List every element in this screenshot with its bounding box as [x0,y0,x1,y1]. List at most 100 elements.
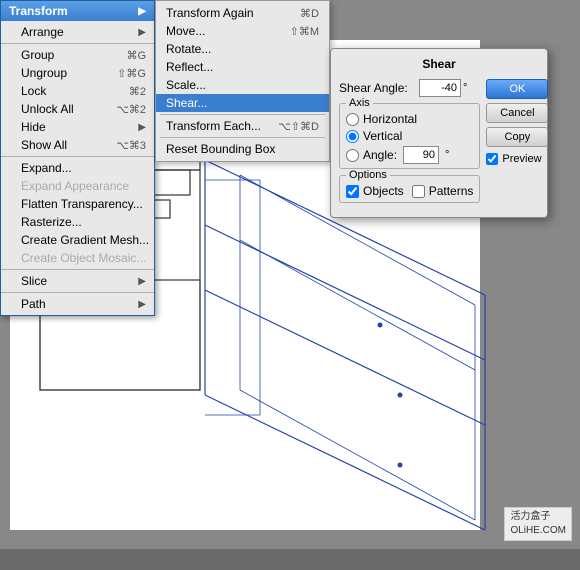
axis-vertical-radio[interactable] [346,130,359,143]
patterns-row: Patterns [412,184,474,198]
submenu-item-reflect[interactable]: Reflect... [156,58,329,76]
axis-angle-unit: ° [445,149,449,161]
menu-divider-4 [1,292,154,293]
axis-angle-input[interactable] [403,146,439,164]
menu-item-hide[interactable]: Hide ▶ [1,118,154,136]
hide-submenu-arrow: ▶ [138,122,146,133]
menu-item-group-label: Group [21,48,54,62]
transform-menu-header[interactable]: Transform ▶ [1,1,154,21]
axis-angle-radio[interactable] [346,149,359,162]
shear-angle-unit: ° [463,82,467,94]
copy-button[interactable]: Copy [486,127,548,147]
transform-arrow-icon: ▶ [138,6,146,17]
submenu-item-reset-bounding[interactable]: Reset Bounding Box [156,140,329,158]
submenu-item-move[interactable]: Move... ⇧⌘M [156,22,329,40]
menu-item-expand[interactable]: Expand... [1,159,154,177]
submenu-transform-each-shortcut: ⌥⇧⌘D [278,120,319,133]
menu-item-arrange[interactable]: Arrange ▶ [1,23,154,41]
preview-checkbox[interactable] [486,153,498,165]
axis-vertical-label: Vertical [363,129,402,143]
menu-divider-3 [1,269,154,270]
submenu-transform-again-shortcut: ⌘D [300,7,319,20]
transform-menu-title: Transform [9,4,68,18]
menu-item-unlock-all-label: Unlock All [21,102,74,116]
submenu-divider-2 [160,137,325,138]
menu-item-lock-shortcut: ⌘2 [129,85,146,98]
menu-item-show-all-label: Show All [21,138,67,152]
menu-item-lock[interactable]: Lock ⌘2 [1,82,154,100]
axis-horizontal-label: Horizontal [363,112,417,126]
menu-item-rasterize[interactable]: Rasterize... [1,213,154,231]
submenu-item-transform-each[interactable]: Transform Each... ⌥⇧⌘D [156,117,329,135]
axis-legend: Axis [346,97,373,109]
menu-item-hide-label: Hide [21,120,46,134]
cancel-button[interactable]: Cancel [486,103,548,123]
objects-checkbox[interactable] [346,185,359,198]
menu-item-rasterize-label: Rasterize... [21,215,82,229]
menu-item-unlock-all[interactable]: Unlock All ⌥⌘2 [1,100,154,118]
menu-item-show-all-shortcut: ⌥⌘3 [116,139,146,152]
menu-item-expand-appearance-label: Expand Appearance [21,179,129,193]
menu-item-arrange-label: Arrange [21,25,64,39]
submenu-transform-each-label: Transform Each... [166,119,261,133]
submenu-divider-1 [160,114,325,115]
submenu-item-shear[interactable]: Shear... [156,94,329,112]
submenu-rotate-label: Rotate... [166,42,211,56]
preview-row: Preview [486,153,548,165]
menu-item-gradient-mesh[interactable]: Create Gradient Mesh... [1,231,154,249]
menu-item-lock-label: Lock [21,84,46,98]
objects-row: Objects [346,184,404,198]
transform-menu[interactable]: Transform ▶ Arrange ▶ Group ⌘G Ungroup ⇧… [0,0,155,316]
axis-angle-label: Angle: [363,148,397,162]
canvas-background: Transform ▶ Arrange ▶ Group ⌘G Ungroup ⇧… [0,0,580,549]
menu-item-path[interactable]: Path ▶ [1,295,154,313]
menu-item-path-label: Path [21,297,46,311]
shear-dialog: Shear Shear Angle: ° Axis Horizontal [330,48,548,218]
menu-item-object-mosaic[interactable]: Create Object Mosaic... [1,249,154,267]
menu-item-gradient-mesh-label: Create Gradient Mesh... [21,233,149,247]
watermark: 活力盒子 OLiHE.COM [504,507,572,541]
menu-item-expand-appearance[interactable]: Expand Appearance [1,177,154,195]
axis-horizontal-row: Horizontal [346,112,473,126]
menu-item-object-mosaic-label: Create Object Mosaic... [21,251,146,265]
transform-menu-items: Arrange ▶ Group ⌘G Ungroup ⇧⌘G Lock ⌘2 U… [1,21,154,315]
dialog-buttons: OK Cancel Copy Preview [486,79,548,209]
axis-angle-row: Angle: ° [346,146,473,164]
transform-submenu: Transform Again ⌘D Move... ⇧⌘M Rotate...… [155,0,330,162]
shear-angle-input[interactable] [419,79,461,97]
menu-divider-1 [1,43,154,44]
options-legend: Options [346,169,390,181]
menu-item-ungroup[interactable]: Ungroup ⇧⌘G [1,64,154,82]
menu-item-group[interactable]: Group ⌘G [1,46,154,64]
watermark-line1: 活力盒子 [510,510,566,524]
submenu-transform-again-label: Transform Again [166,6,254,20]
options-section: Options Objects Patterns [339,175,480,203]
shear-angle-row: Shear Angle: ° [339,79,480,97]
submenu-item-rotate[interactable]: Rotate... [156,40,329,58]
menu-item-flatten[interactable]: Flatten Transparency... [1,195,154,213]
menu-item-slice[interactable]: Slice ▶ [1,272,154,290]
patterns-checkbox[interactable] [412,185,425,198]
submenu-move-shortcut: ⇧⌘M [290,25,319,38]
shear-dialog-title: Shear [339,57,539,71]
menu-item-ungroup-shortcut: ⇧⌘G [117,67,146,80]
submenu-shear-label: Shear... [166,96,207,110]
axis-vertical-row: Vertical [346,129,473,143]
menu-item-show-all[interactable]: Show All ⌥⌘3 [1,136,154,154]
shear-angle-label: Shear Angle: [339,81,419,95]
submenu-move-label: Move... [166,24,205,38]
submenu-reflect-label: Reflect... [166,60,213,74]
menu-item-slice-label: Slice [21,274,47,288]
objects-label: Objects [363,184,404,198]
submenu-reset-bounding-label: Reset Bounding Box [166,142,275,156]
submenu-item-transform-again[interactable]: Transform Again ⌘D [156,4,329,22]
ok-button[interactable]: OK [486,79,548,99]
preview-label: Preview [502,153,541,165]
submenu-item-scale[interactable]: Scale... [156,76,329,94]
menu-divider-2 [1,156,154,157]
axis-horizontal-radio[interactable] [346,113,359,126]
watermark-line2: OLiHE.COM [510,524,566,538]
path-submenu-arrow: ▶ [138,299,146,310]
arrange-submenu-arrow: ▶ [138,27,146,38]
menu-item-ungroup-label: Ungroup [21,66,67,80]
